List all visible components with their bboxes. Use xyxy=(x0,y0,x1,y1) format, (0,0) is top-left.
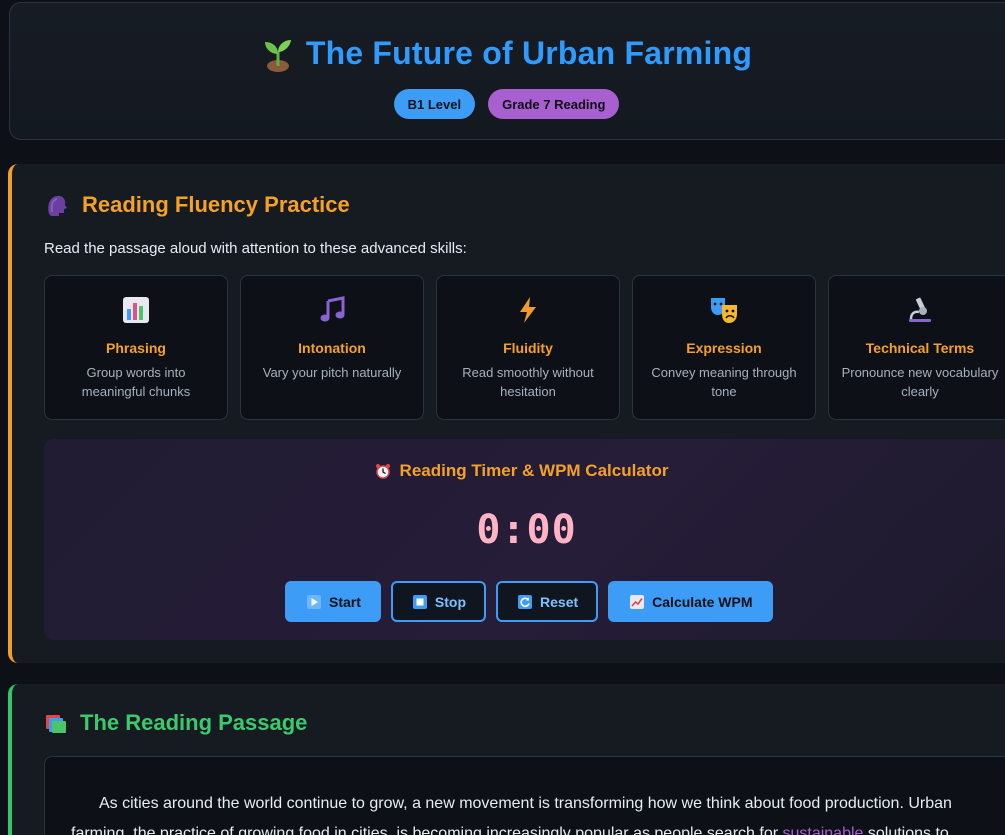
skill-card-phrasing: Phrasing Group words into meaningful chu… xyxy=(44,275,228,420)
passage-heading: The Reading Passage xyxy=(44,710,307,736)
page-title-text: The Future of Urban Farming xyxy=(305,35,753,71)
vocab-word-link[interactable]: sustainable xyxy=(782,825,863,835)
reset-button-label: Reset xyxy=(540,593,579,610)
skill-card-fluidity: Fluidity Read smoothly without hesitatio… xyxy=(436,275,620,420)
timer-display: 0:00 xyxy=(476,507,577,553)
skill-title: Technical Terms xyxy=(865,340,975,356)
musical-notes-icon xyxy=(320,296,345,322)
fluency-section: Reading Fluency Practice Read the passag… xyxy=(8,164,1005,663)
alarm-clock-icon xyxy=(375,464,390,479)
skills-grid: Phrasing Group words into meaningful chu… xyxy=(44,275,1005,420)
sprout-icon xyxy=(264,39,291,72)
skill-title: Fluidity xyxy=(503,340,553,356)
skill-card-expression: Expression Convey meaning through tone xyxy=(632,275,816,420)
books-icon xyxy=(46,715,66,733)
calculate-wpm-button[interactable]: Calculate WPM xyxy=(608,581,773,622)
microscope-icon xyxy=(909,297,931,322)
reset-icon xyxy=(518,594,533,609)
timer-heading: Reading Timer & WPM Calculator xyxy=(44,461,999,481)
stop-icon xyxy=(412,594,427,609)
badge-group: B1 Level Grade 7 Reading xyxy=(0,89,1005,119)
fluency-heading: Reading Fluency Practice xyxy=(44,192,350,218)
skill-title: Intonation xyxy=(298,340,366,356)
timer-controls: Start Stop Reset Calculate WPM xyxy=(285,581,773,622)
header-card: The Future of Urban Farming B1 Level Gra… xyxy=(9,2,1005,140)
grade-badge: Grade 7 Reading xyxy=(488,89,620,119)
stop-button-label: Stop xyxy=(434,593,467,610)
passage-text: As cities around the world continue to g… xyxy=(71,789,991,835)
skill-title: Expression xyxy=(686,340,762,356)
speaking-head-icon xyxy=(48,195,67,216)
skill-desc: Group words into meaningful chunks xyxy=(81,365,191,399)
level-badge: B1 Level xyxy=(393,89,476,119)
skill-desc: Vary your pitch naturally xyxy=(262,365,402,380)
lightning-icon xyxy=(520,297,536,323)
fluency-intro: Read the passage aloud with attention to… xyxy=(44,240,467,257)
theater-masks-icon xyxy=(711,298,737,323)
reading-timer-panel: Reading Timer & WPM Calculator 0:00 Star… xyxy=(44,439,1005,640)
passage-heading-text: The Reading Passage xyxy=(80,710,308,735)
passage-box: As cities around the world continue to g… xyxy=(44,756,1005,835)
passage-section: The Reading Passage As cities around the… xyxy=(8,684,1005,835)
skill-card-technical-terms: Technical Terms Pronounce new vocabulary… xyxy=(828,275,1005,420)
fluency-heading-text: Reading Fluency Practice xyxy=(82,192,350,217)
skill-desc: Read smoothly without hesitation xyxy=(462,365,594,399)
stop-button[interactable]: Stop xyxy=(390,581,487,622)
timer-heading-text: Reading Timer & WPM Calculator xyxy=(399,461,669,480)
reset-button[interactable]: Reset xyxy=(496,581,599,622)
skill-desc: Convey meaning through tone xyxy=(651,365,797,399)
play-icon xyxy=(307,594,321,609)
bar-chart-icon xyxy=(123,297,149,323)
skill-card-intonation: Intonation Vary your pitch naturally xyxy=(240,275,424,420)
calculate-wpm-button-label: Calculate WPM xyxy=(652,593,753,610)
start-button-label: Start xyxy=(329,593,361,610)
start-button[interactable]: Start xyxy=(285,581,381,622)
chart-increasing-icon xyxy=(630,594,645,609)
page-title: The Future of Urban Farming xyxy=(0,35,1005,72)
passage-text-end: solutions to xyxy=(863,825,949,835)
skill-title: Phrasing xyxy=(106,340,166,356)
skill-desc: Pronounce new vocabulary clearly xyxy=(841,365,999,399)
